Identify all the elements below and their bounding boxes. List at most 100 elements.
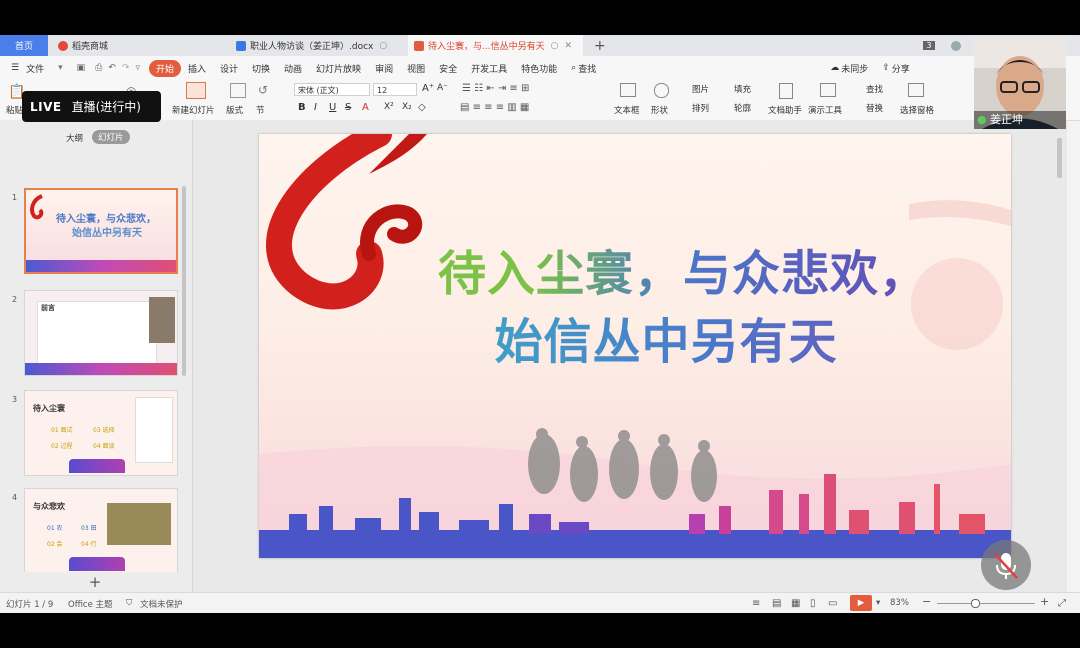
new-slide-icon[interactable] [186,82,206,99]
superscript-icon[interactable]: X² [384,102,394,112]
bold-icon[interactable]: B [298,102,306,113]
tab-outline[interactable]: 大纲 [66,132,83,144]
zoom-level[interactable]: 83% [890,598,909,608]
outline-button[interactable]: 轮廓 [734,102,751,114]
redo-icon[interactable]: ↷ [119,61,133,75]
tab-home[interactable]: 首页 [0,35,48,56]
quick-save-icon[interactable]: ▣ [70,61,93,75]
picture-button[interactable]: 图片 [692,83,709,95]
menu-search[interactable]: 查找 [576,60,603,77]
share-button[interactable]: 分享 [890,60,917,77]
menu-start[interactable]: 开始 [148,59,181,77]
slide-title-line2[interactable]: 始信丛中另有天 [259,302,1011,372]
list-bullets-icon[interactable]: ☰ ☷ ⇤ ⇥ ≡ ⊞ [462,83,529,94]
slide-editor-canvas[interactable]: 待入尘寰，与众悲欢， 始信丛中另有天 [193,120,1067,592]
close-tab-icon[interactable]: ✕ [564,41,572,51]
mic-muted-icon[interactable] [981,540,1031,590]
book-view-icon[interactable]: ▭ [828,598,837,609]
new-slide-button[interactable]: 新建幻灯片 [172,104,215,116]
chevron-down-icon[interactable]: ▾ [876,598,880,608]
notes-icon[interactable]: ≡ [752,598,760,609]
select-pane-icon[interactable] [908,83,924,97]
doc-helper-button[interactable]: 文档助手 [768,104,802,116]
tab-daoke[interactable]: 稻壳商城 [52,35,224,56]
normal-view-icon[interactable]: ▤ [772,598,781,609]
slide-thumb-3[interactable]: 待入尘寰 01 面试 03 选择 02 过程 04 面谈 [24,390,178,476]
fill-button[interactable]: 填充 [734,83,751,95]
theme-name[interactable]: Office 主题 [68,598,113,610]
panel-scrollbar[interactable] [182,186,186,376]
search-icon[interactable]: ⌕ [564,61,576,75]
layout-icon[interactable] [230,83,246,98]
replace-button[interactable]: 替换 [866,102,883,114]
italic-icon[interactable]: I [314,102,317,113]
shrink-font-icon[interactable]: A⁻ [437,83,448,93]
menu-slideshow[interactable]: 幻灯片放映 [309,60,368,77]
thumb3-item: 01 面试 [51,427,73,434]
menu-security[interactable]: 安全 [432,60,464,77]
font-color-icon[interactable]: A [362,102,369,113]
text-box-icon[interactable] [620,83,636,97]
reading-view-icon[interactable]: ▯ [810,598,816,609]
tab-docx[interactable]: 职业人物访谈（姜正坤）.docx ○ [230,35,406,56]
hamburger-icon[interactable]: ☰ [4,61,26,75]
slide-title-line1[interactable]: 待入尘寰，与众悲欢， [259,234,1011,304]
play-slideshow-icon[interactable]: ▶ [850,595,872,611]
tab-ppt[interactable]: 待入尘寰，与...信丛中另有天 ○ ✕ [408,35,583,56]
thumb-number: 4 [12,493,18,502]
text-box-button[interactable]: 文本框 [614,104,640,116]
subscript-icon[interactable]: X₂ [402,102,412,112]
font-name-select[interactable]: 宋体 (正文) [294,83,370,96]
align-icons[interactable]: ▤ ≡ ≡ ≡ ▥ ▦ [460,102,529,113]
menu-file[interactable]: 文件 [26,60,51,77]
chevron-down-icon[interactable]: ▾ [51,61,70,75]
canvas-scrollbar[interactable] [1057,138,1062,178]
fit-window-icon[interactable]: ⤢ [1058,598,1066,609]
menu-devtools[interactable]: 开发工具 [464,60,514,77]
menu-features[interactable]: 特色功能 [514,60,564,77]
slide-thumb-4[interactable]: 与众悲欢 01 农 03 田 02 会 04 行 [24,488,178,574]
menu-view[interactable]: 视图 [400,60,432,77]
menu-transition[interactable]: 切换 [245,60,277,77]
present-tools-icon[interactable] [820,83,836,97]
zoom-in-icon[interactable]: + [1040,595,1049,608]
font-size-select[interactable]: 12 [373,83,417,96]
account-avatar-icon[interactable] [945,35,969,56]
section-button[interactable]: 节 [256,104,265,116]
tab-slides[interactable]: 幻灯片 [92,130,130,144]
arrange-button[interactable]: 排列 [692,102,709,114]
shape-icon[interactable] [654,83,669,98]
slide-thumb-1[interactable]: 待入尘寰，与众悲欢， 始信丛中另有天 [24,188,178,274]
underline-icon[interactable]: U [329,102,336,113]
paste-button[interactable]: 粘贴 [6,104,23,116]
add-slide-button[interactable]: + [0,572,190,592]
doc-helper-icon[interactable] [779,83,793,99]
find-button[interactable]: 查找 [866,83,883,95]
tab-counter[interactable]: 3 [920,35,938,56]
menu-design[interactable]: 设计 [213,60,245,77]
present-tools-button[interactable]: 演示工具 [808,104,842,116]
clear-format-icon[interactable]: ◇ [418,102,426,113]
slide-thumb-2[interactable]: 前言 [24,290,178,376]
protect-status[interactable]: 文档未保护 [140,598,183,610]
new-tab-icon[interactable]: + [588,35,608,56]
reset-icon[interactable]: ↺ [258,83,268,97]
current-slide[interactable]: 待入尘寰，与众悲欢， 始信丛中另有天 [259,134,1011,558]
quick-print-icon[interactable]: ⎙ [92,61,105,75]
grow-font-icon[interactable]: A⁺ [422,83,434,94]
strike-icon[interactable]: S [345,102,351,113]
undo-icon[interactable]: ↶ [105,61,119,75]
zoom-out-icon[interactable]: − [922,595,931,608]
layout-button[interactable]: 版式 [226,104,243,116]
shape-button[interactable]: 形状 [651,104,668,116]
menu-insert[interactable]: 插入 [181,60,213,77]
sync-status[interactable]: 未同步 [839,60,875,77]
customize-icon[interactable]: ▿ [132,61,143,75]
zoom-slider-track[interactable] [937,603,1035,604]
thumb-number: 2 [12,295,18,304]
select-pane-button[interactable]: 选择窗格 [900,104,934,116]
zoom-slider-handle[interactable] [971,599,980,608]
menu-review[interactable]: 审阅 [368,60,400,77]
sorter-view-icon[interactable]: ▦ [791,598,800,609]
menu-animation[interactable]: 动画 [277,60,309,77]
